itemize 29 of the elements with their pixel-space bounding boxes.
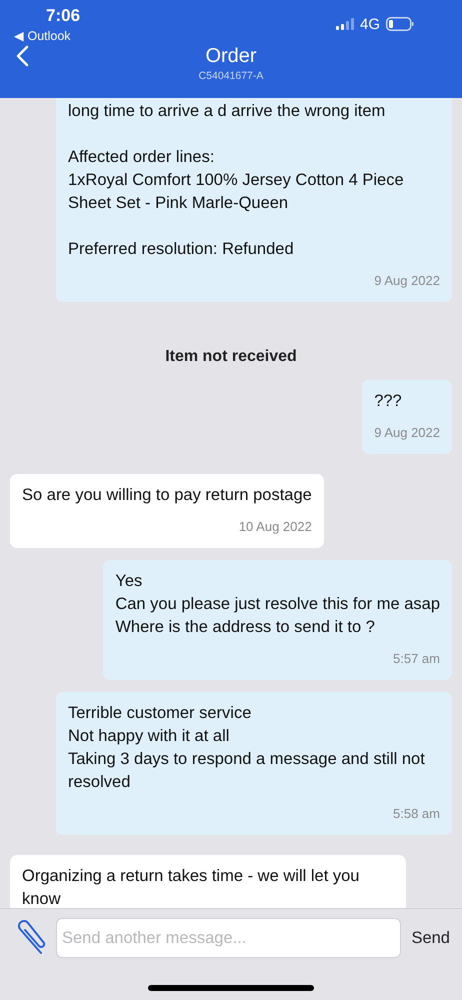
message-time: 9 Aug 2022 xyxy=(374,272,440,290)
message-text: Organizing a return takes time - we will let you know xyxy=(22,866,360,908)
signal-icon xyxy=(336,18,354,30)
message-text: So are you willing to pay return postage xyxy=(22,485,312,506)
network-label: 4G xyxy=(360,16,380,32)
message-time: 5:58 am xyxy=(393,805,440,823)
message-text: Not happy with it at all xyxy=(68,726,230,747)
message-text: 1xRoyal Comfort 100% Jersey Cotton 4 Piece Sheet Set - Pink Marle-Queen xyxy=(68,170,405,214)
message-text: Can you please just resolve this for me asap xyxy=(115,594,440,615)
back-to-app-link[interactable]: ◀ Outlook xyxy=(14,28,80,43)
message-text: Taking 3 days to respond a message and still not resolved xyxy=(68,749,426,793)
message-input-field[interactable]: Send another message... xyxy=(56,918,402,958)
message-text: long time to arrive a d arrive the wrong item xyxy=(68,101,386,122)
message-text: Where is the address to send it to ? xyxy=(115,617,376,638)
message-text: Yes xyxy=(115,571,144,592)
message-text: Terrible customer service xyxy=(68,703,252,724)
send-button[interactable]: Send xyxy=(409,928,452,948)
message-text: ??? xyxy=(374,391,403,412)
message-text: Preferred resolution: Refunded xyxy=(68,239,295,260)
message-text: Affected order lines: xyxy=(68,147,216,168)
conversation-subject: Item not received xyxy=(165,348,297,366)
page-title: Order xyxy=(205,45,257,68)
message-time: 5:57 am xyxy=(393,650,440,668)
status-time: 7:06 xyxy=(45,6,80,26)
back-icon[interactable] xyxy=(15,45,29,67)
message-time: 9 Aug 2022 xyxy=(374,424,440,442)
order-number: C54041677-A xyxy=(198,70,264,82)
message-time: 10 Aug 2022 xyxy=(238,518,312,536)
battery-icon xyxy=(386,17,414,31)
